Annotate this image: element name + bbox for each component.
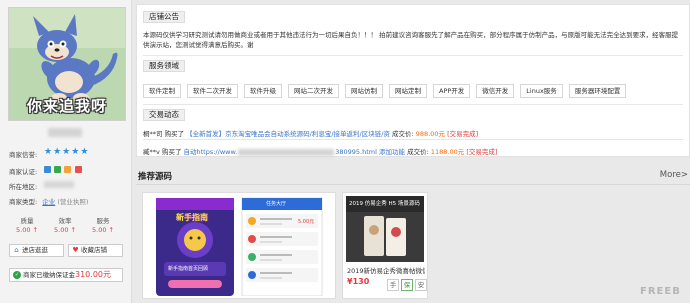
service-tag[interactable]: 网站仿制 (345, 84, 383, 98)
manual-badge: 手 (387, 279, 399, 291)
favorite-shop-button[interactable]: ♥ 收藏店铺 (68, 244, 123, 257)
deal-action: 购买了 (164, 130, 185, 138)
deal-status: [交易完成] (466, 148, 498, 156)
score-headers: 质量 效率 服务 (8, 215, 122, 225)
favorite-shop-label: 收藏店铺 (81, 246, 107, 254)
service-tag[interactable]: 微信开发 (476, 84, 515, 98)
business-verified-icon (74, 165, 82, 173)
shop-icon: ⌂ (14, 246, 19, 254)
score-quality-label: 质量 (20, 217, 34, 225)
score-values: 5.00 ↑ 5.00 ↑ 5.00 ↑ (8, 226, 122, 234)
type-note: (营业执照) (57, 198, 89, 206)
deal-row: 臧**v 购买了 自动https://www. 380995.html 添加功能 … (143, 146, 497, 156)
star-icon: ★ (53, 147, 62, 157)
type-value[interactable]: 企业 (42, 198, 55, 206)
divider (143, 139, 683, 140)
more-link[interactable]: More> (660, 170, 688, 180)
deal-link-prefix: 自动https://www. (183, 148, 238, 156)
deal-row: 桐**司 购买了 【全新首发】京东淘宝唯品会自动系统源码/利息宝/接单返利/区块… (143, 128, 478, 138)
deal-price: 988.00元 (415, 130, 446, 138)
notice-title: 店铺公告 (143, 11, 185, 23)
install-badge: 安 (415, 279, 427, 291)
deal-product-link[interactable]: 自动https://www. 380995.html 添加功能 (184, 148, 405, 156)
product-card[interactable]: 新手指南 新手指南首页回顾 任务大厅 5.00元 (142, 192, 336, 299)
service-tag[interactable]: 软件定制 (143, 84, 181, 98)
service-tag[interactable]: APP开发 (433, 84, 471, 98)
deals-title: 交易动态 (143, 109, 185, 121)
product-price: ¥130 (347, 277, 370, 286)
type-row: 商家类型: 企业 (营业执照) (9, 196, 88, 206)
product-name[interactable]: 2019新仿易企秀微喜帖微信场景 (347, 265, 425, 275)
phone-verified-icon (54, 165, 62, 173)
deal-buyer: 臧**v (143, 148, 160, 156)
service-tags: 软件定制 软件二次开发 软件升级 网站二次开发 网站仿制 网站定制 APP开发 … (143, 84, 632, 98)
location-label: 所在地区: (9, 183, 38, 191)
deal-action: 购买了 (161, 148, 182, 156)
divider (136, 184, 690, 185)
services-title: 服务领域 (143, 60, 185, 72)
star-icon: ★ (80, 147, 89, 157)
divider (143, 55, 683, 56)
watermark-text: FREEB (640, 286, 681, 297)
location-redacted (44, 181, 74, 188)
shop-avatar[interactable]: 你来追我呀 (8, 7, 126, 121)
deal-status: [交易完成] (447, 130, 479, 138)
service-tag[interactable]: 服务器环境配置 (568, 84, 627, 98)
shop-sidebar: 你来追我呀 商家信誉: ★★★★★ 商家认证: 所在地区: 商家类型: 企业 (… (0, 0, 132, 303)
service-tag[interactable]: 网站定制 (389, 84, 427, 98)
screen-b-amount: 5.00元 (298, 219, 315, 225)
service-tag[interactable]: 软件升级 (244, 84, 282, 98)
product-card[interactable]: 2019 仿易企秀 H5 场景源码 2019新仿易企秀微喜帖微信场景 ¥130 … (342, 192, 428, 299)
verify-label: 商家认证: (9, 168, 38, 176)
divider (143, 104, 683, 105)
deal-price-label: 成交价: (392, 130, 414, 138)
credit-stars: ★★★★★ (44, 148, 89, 157)
score-efficiency-label: 效率 (58, 217, 72, 225)
visit-shop-button[interactable]: ⌂ 进店逛逛 (9, 244, 64, 257)
shop-main: 店铺公告 本源码仅供学习研究测试请勿用做商业或者用于其他违法行为一切后果自负！！… (136, 0, 690, 303)
verify-icons (44, 165, 83, 173)
deal-price-label: 成交价: (407, 148, 429, 156)
product-thumbnail: 新手指南 新手指南首页回顾 任务大厅 5.00元 (146, 196, 332, 296)
recommend-title: 推荐源码 (138, 172, 173, 182)
score-efficiency-value: 5.00 ↑ (54, 226, 76, 234)
shield-icon: ✓ (13, 271, 21, 279)
deposit-verified-icon (64, 165, 72, 173)
score-quality-value: 5.00 ↑ (16, 226, 38, 234)
deposit-label: 商家已缴纳保证金 (23, 271, 75, 279)
shop-name-redacted (48, 128, 82, 137)
deal-price: 1188.00元 (430, 148, 465, 156)
service-tag[interactable]: 网站二次开发 (288, 84, 339, 98)
notice-text: 本源码仅供学习研究测试请勿用做商业或者用于其他违法行为一切后果自负！！！ 拍前建… (143, 31, 679, 49)
deposit-amount: 310.00元 (75, 270, 111, 279)
service-tag[interactable]: Linux服务 (520, 84, 563, 98)
deal-link-suffix: 380995.html 添加功能 (335, 148, 405, 156)
shop-info-panel: 店铺公告 本源码仅供学习研究测试请勿用做商业或者用于其他违法行为一切后果自负！！… (136, 4, 690, 157)
credit-label: 商家信誉: (9, 151, 38, 159)
avatar-caption: 你来追我呀 (26, 97, 107, 115)
star-icon: ★ (71, 147, 80, 157)
star-icon: ★ (44, 147, 53, 157)
score-service-value: 5.00 ↑ (92, 226, 114, 234)
type-label: 商家类型: (9, 198, 38, 206)
deposit-badge: ✓ 商家已缴纳保证金310.00元 (9, 268, 123, 282)
product-thumbnail: 2019 仿易企秀 H5 场景源码 (346, 196, 424, 262)
deal-link-redacted (238, 148, 335, 156)
screen-b-title: 任务大厅 (266, 201, 287, 207)
heart-icon: ♥ (72, 246, 79, 254)
banner-text: 2019 仿易企秀 H5 场景源码 (349, 201, 420, 207)
identity-verified-icon (44, 165, 51, 173)
service-tag[interactable]: 软件二次开发 (187, 84, 238, 98)
deal-buyer: 桐**司 (143, 130, 163, 138)
visit-shop-label: 进店逛逛 (22, 246, 48, 254)
guarantee-badge: 保 (401, 279, 413, 291)
screen-a-title: 新手指南 (176, 213, 208, 222)
score-service-label: 服务 (96, 217, 110, 225)
star-icon: ★ (62, 147, 71, 157)
app-screens-image (146, 196, 332, 296)
screen-a-button: 新手指南首页回顾 (168, 266, 209, 272)
deal-product-link[interactable]: 【全新首发】京东淘宝唯品会自动系统源码/利息宝/接单返利/区块链/资 (186, 130, 390, 138)
